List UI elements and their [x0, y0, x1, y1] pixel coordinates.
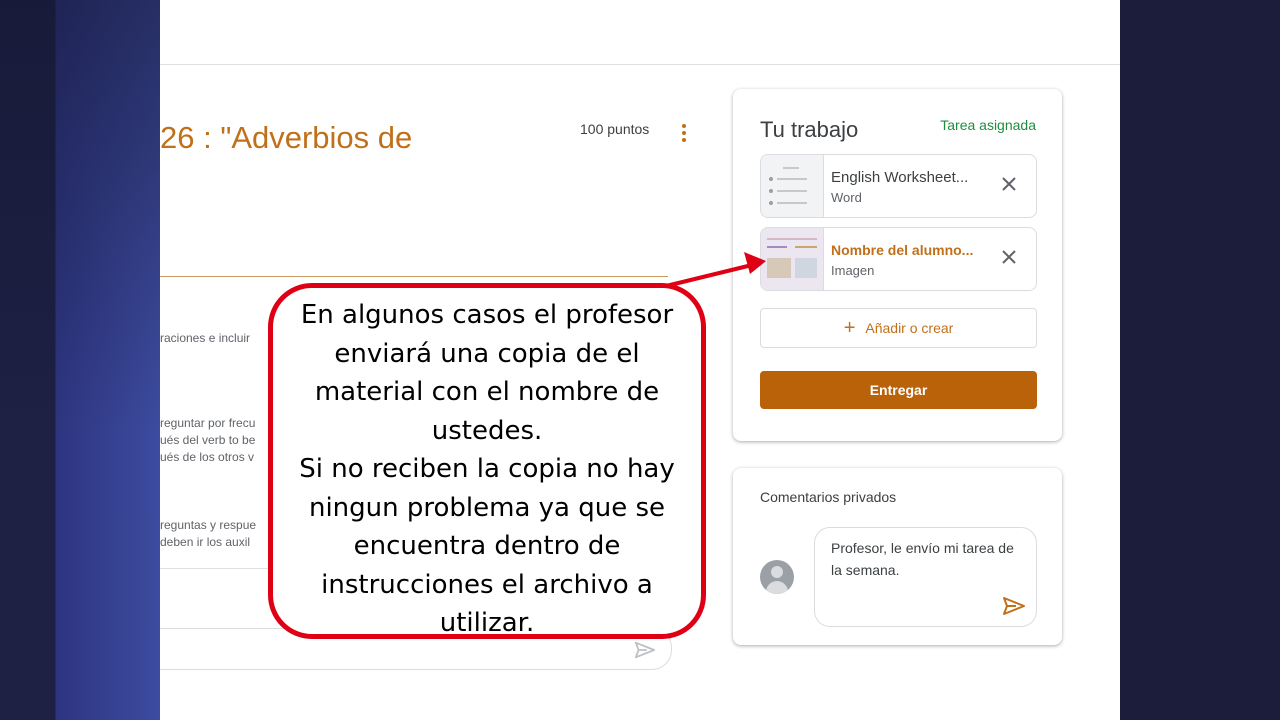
attachment-thumbnail	[761, 228, 824, 290]
top-bar-divider	[160, 64, 1120, 65]
send-icon[interactable]	[1002, 596, 1026, 616]
assignment-points: 100 puntos	[580, 121, 650, 137]
annotation-line: instrucciones el archivo a	[321, 569, 653, 600]
remove-attachment-icon[interactable]	[1000, 175, 1018, 193]
annotation-callout: En algunos casos el profesor enviará una…	[268, 283, 706, 639]
your-work-title: Tu trabajo	[760, 117, 859, 142]
annotation-line: ningun problema ya que se	[308, 492, 666, 523]
your-work-card: Tu trabajo Tarea asignada English Worksh…	[733, 89, 1062, 441]
submit-button[interactable]: Entregar	[760, 371, 1037, 409]
plus-icon: +	[843, 317, 856, 339]
assignment-status: Tarea asignada	[940, 117, 1036, 133]
add-or-create-button[interactable]: + Añadir o crear	[760, 308, 1037, 348]
annotation-line: Si no reciben la copia no hay	[299, 454, 675, 484]
more-options-icon[interactable]	[680, 124, 688, 146]
instruction-snippet: raciones e incluir	[160, 331, 251, 345]
private-comment-text: Profesor, le envío mi tarea de la semana…	[831, 540, 1014, 578]
annotation-line: enviará una copia de el	[334, 338, 640, 369]
avatar	[760, 560, 794, 594]
add-or-create-label: Añadir o crear	[865, 320, 954, 336]
instruction-snippet: ués de los otros v	[160, 450, 255, 464]
private-comments-title: Comentarios privados	[760, 489, 897, 505]
attachment-name: English Worksheet...	[831, 169, 969, 186]
private-comments-card: Comentarios privados Profesor, le envío …	[733, 468, 1062, 645]
attachment-image[interactable]: Nombre del alumno... Imagen	[760, 227, 1037, 291]
title-divider	[160, 276, 668, 277]
remove-attachment-icon[interactable]	[1000, 248, 1018, 266]
annotation-line: En algunos casos el profesor	[300, 300, 674, 330]
annotation-line: utilizar.	[439, 608, 535, 638]
annotation-line: ustedes.	[431, 415, 543, 446]
class-comment-send-icon[interactable]	[634, 640, 656, 660]
attachment-type: Imagen	[831, 263, 875, 278]
instruction-snippet: reguntar por frecu	[160, 416, 256, 430]
annotation-text: En algunos casos el profesor enviará una…	[283, 296, 691, 643]
instruction-snippet: ués del verb to be	[160, 433, 256, 447]
instruction-snippet: reguntas y respue	[160, 518, 257, 532]
attachment-thumbnail	[761, 155, 824, 217]
attachment-name: Nombre del alumno...	[831, 242, 974, 258]
left-slide-border	[0, 0, 160, 720]
annotation-line: encuentra dentro de	[353, 531, 621, 561]
assignment-title: 26 : "Adverbios de	[160, 120, 413, 155]
attachment-type: Word	[831, 190, 862, 205]
attachment-word[interactable]: English Worksheet... Word	[760, 154, 1037, 218]
annotation-line: material con el nombre de	[314, 377, 660, 407]
private-comment-input[interactable]: Profesor, le envío mi tarea de la semana…	[814, 527, 1037, 627]
instruction-snippet: deben ir los auxil	[160, 535, 251, 549]
right-slide-border	[1120, 0, 1280, 720]
